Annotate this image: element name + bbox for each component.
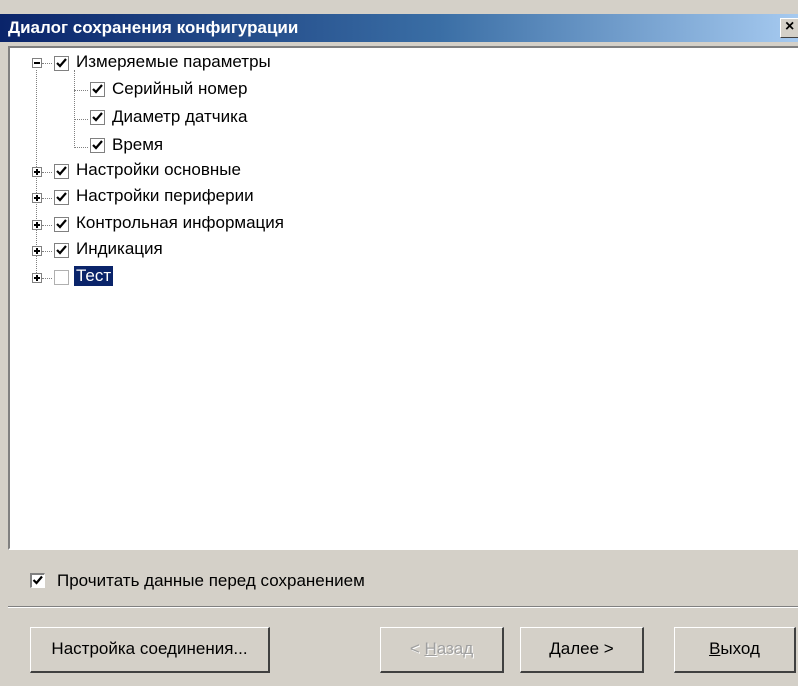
check-icon bbox=[56, 192, 67, 202]
expand-icon[interactable] bbox=[32, 273, 42, 283]
next-button[interactable]: Далее > bbox=[520, 627, 644, 673]
tree-line-branch bbox=[74, 119, 88, 120]
check-icon bbox=[92, 140, 103, 150]
close-button[interactable]: × bbox=[780, 18, 798, 38]
divider bbox=[8, 606, 798, 608]
read-before-save-checkbox[interactable] bbox=[30, 573, 45, 588]
tree-node-label: Настройки основные bbox=[76, 160, 241, 179]
expand-icon[interactable] bbox=[32, 167, 42, 177]
tree-line-branch bbox=[42, 251, 52, 252]
check-icon bbox=[92, 112, 103, 122]
tree-node-label: Настройки периферии bbox=[76, 186, 254, 205]
check-icon bbox=[56, 245, 67, 255]
tree-line-branch bbox=[42, 278, 52, 279]
back-prefix: < bbox=[409, 639, 425, 658]
tree-line-children bbox=[74, 70, 75, 148]
back-rest: азад bbox=[436, 639, 474, 658]
next-mnemonic: Д bbox=[549, 639, 561, 658]
tree-checkbox[interactable] bbox=[54, 270, 69, 285]
tree-node-label: Индикация bbox=[76, 239, 163, 258]
tree-node-label: Измеряемые параметры bbox=[76, 52, 271, 71]
check-icon bbox=[32, 575, 43, 585]
expand-icon[interactable] bbox=[32, 246, 42, 256]
tree-node-label-selected: Тест bbox=[74, 266, 114, 286]
tree-checkbox[interactable] bbox=[54, 190, 69, 205]
collapse-icon[interactable] bbox=[32, 58, 42, 68]
next-rest: алее > bbox=[560, 639, 614, 658]
check-icon bbox=[56, 58, 67, 68]
tree-checkbox[interactable] bbox=[54, 217, 69, 232]
title-bar[interactable]: Диалог сохранения конфигурации × bbox=[0, 14, 798, 42]
check-icon bbox=[56, 219, 67, 229]
tree-checkbox[interactable] bbox=[54, 56, 69, 71]
read-before-save-label: Прочитать данные перед сохранением bbox=[57, 571, 365, 590]
tree-line-branch bbox=[74, 90, 88, 91]
expand-icon[interactable] bbox=[32, 193, 42, 203]
exit-mnemonic: В bbox=[709, 639, 721, 658]
tree-node-label: Время bbox=[112, 135, 164, 154]
exit-button[interactable]: Выход bbox=[674, 627, 796, 673]
connection-settings-label: Настройка соединения... bbox=[51, 639, 248, 658]
tree-node-label: Диаметр датчика bbox=[112, 107, 248, 126]
tree-line-branch bbox=[74, 147, 88, 148]
tree-checkbox[interactable] bbox=[90, 138, 105, 153]
tree-node-label: Серийный номер bbox=[112, 79, 248, 98]
tree-line-branch bbox=[42, 172, 52, 173]
exit-rest: ыход bbox=[720, 639, 760, 658]
window-title: Диалог сохранения конфигурации bbox=[8, 18, 299, 37]
tree-checkbox[interactable] bbox=[54, 243, 69, 258]
tree-checkbox[interactable] bbox=[90, 82, 105, 97]
tree-line-branch bbox=[42, 198, 52, 199]
expand-icon[interactable] bbox=[32, 220, 42, 230]
tree-node-label: Контрольная информация bbox=[76, 213, 284, 232]
tree-checkbox[interactable] bbox=[54, 164, 69, 179]
connection-settings-button[interactable]: Настройка соединения... bbox=[30, 627, 270, 673]
close-icon: × bbox=[785, 18, 795, 35]
tree-checkbox[interactable] bbox=[90, 110, 105, 125]
back-button[interactable]: < Назад bbox=[380, 627, 504, 673]
tree-line-branch bbox=[42, 63, 52, 64]
check-icon bbox=[56, 166, 67, 176]
tree-line-branch bbox=[42, 225, 52, 226]
check-icon bbox=[92, 84, 103, 94]
back-mnemonic: Н bbox=[424, 639, 437, 658]
config-tree[interactable]: Измеряемые параметры Серийный номер Диам… bbox=[8, 46, 798, 550]
